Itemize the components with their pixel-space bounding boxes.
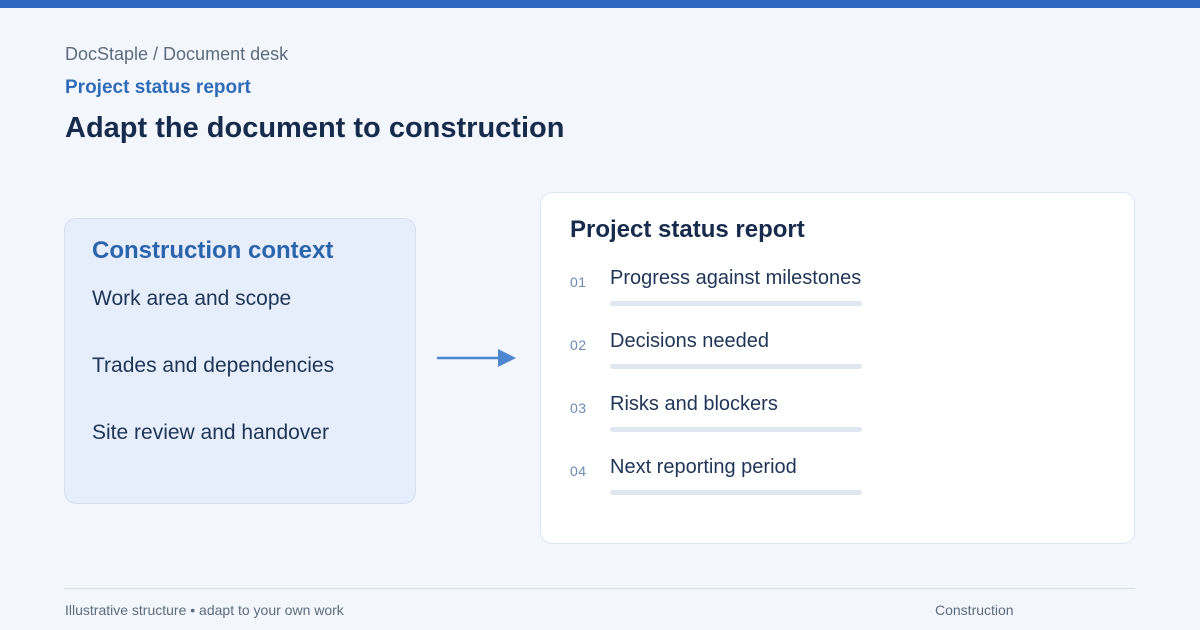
construction-context-card: Construction context Work area and scope…	[64, 218, 416, 504]
breadcrumb[interactable]: DocStaple / Document desk	[65, 44, 288, 65]
section-label: Risks and blockers	[610, 393, 778, 415]
context-item-trades: Trades and dependencies	[92, 354, 335, 377]
section-placeholder-line	[610, 364, 862, 369]
section-label: Progress against milestones	[610, 267, 862, 289]
section-number: 04	[570, 463, 587, 479]
section-placeholder-line	[610, 490, 862, 495]
footer-industry-tag: Construction	[935, 602, 1014, 618]
section-label: Decisions needed	[610, 330, 769, 352]
page-title: Adapt the document to construction	[65, 112, 565, 144]
report-card-title: Project status report	[570, 216, 805, 243]
context-item-site-review: Site review and handover	[92, 421, 329, 444]
report-section-item: 01 Progress against milestones	[541, 267, 1136, 317]
footer-divider	[64, 588, 1135, 589]
document-type-label: Project status report	[65, 77, 251, 98]
section-placeholder-line	[610, 301, 862, 306]
section-number: 01	[570, 274, 587, 290]
section-label: Next reporting period	[610, 456, 797, 478]
report-section-item: 04 Next reporting period	[541, 456, 1136, 506]
report-section-item: 03 Risks and blockers	[541, 393, 1136, 443]
context-card-title: Construction context	[92, 237, 334, 264]
section-placeholder-line	[610, 427, 862, 432]
report-outline-card: Project status report 01 Progress agains…	[540, 192, 1135, 544]
context-item-work-area: Work area and scope	[92, 287, 292, 310]
report-section-item: 02 Decisions needed	[541, 330, 1136, 380]
top-accent-bar	[0, 0, 1200, 8]
footer-note: Illustrative structure • adapt to your o…	[65, 602, 344, 618]
section-number: 03	[570, 400, 587, 416]
section-number: 02	[570, 337, 587, 353]
arrow-right-icon	[436, 349, 516, 367]
